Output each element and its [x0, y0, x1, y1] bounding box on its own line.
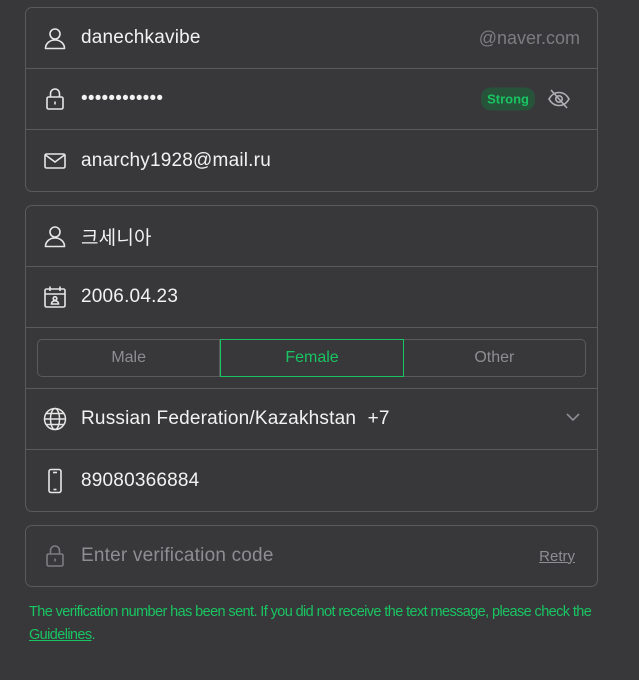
password-row[interactable]: •••••••••••• Strong [26, 69, 597, 130]
chevron-down-icon[interactable] [564, 408, 582, 431]
password-strength-badge: Strong [481, 87, 535, 111]
country-code: +7 [367, 408, 390, 429]
phone-row[interactable]: 89080366884 [26, 450, 597, 511]
email-row[interactable]: anarchy1928@mail.ru [26, 130, 597, 191]
country-row[interactable]: Russian Federation/Kazakhstan +7 [26, 389, 597, 450]
password-input[interactable]: •••••••••••• [81, 88, 163, 110]
gender-option-male[interactable]: Male [38, 340, 221, 376]
domain-suffix: @naver.com [478, 27, 580, 48]
calendar-icon [42, 284, 68, 310]
country-select[interactable]: Russian Federation/Kazakhstan +7 [81, 408, 390, 430]
birthdate-input[interactable]: 2006.04.23 [81, 286, 178, 308]
verification-row[interactable]: Enter verification code Retry [26, 526, 597, 586]
birthdate-row[interactable]: 2006.04.23 [26, 267, 597, 328]
verification-code-input[interactable]: Enter verification code [81, 545, 274, 567]
retry-link[interactable]: Retry [539, 548, 575, 565]
eye-off-icon[interactable] [547, 87, 571, 111]
email-field[interactable]: anarchy1928@mail.ru [81, 150, 271, 172]
gender-option-other[interactable]: Other [404, 340, 585, 376]
notice-text: The verification number has been sent. I… [29, 604, 592, 620]
user-icon [42, 25, 68, 51]
verification-group: Enter verification code Retry [25, 525, 598, 587]
phone-icon [42, 468, 68, 494]
country-name: Russian Federation/Kazakhstan [81, 408, 357, 429]
gender-option-female[interactable]: Female [220, 339, 404, 377]
user-icon [42, 223, 68, 249]
globe-icon [42, 406, 68, 432]
gender-row: Male Female Other [26, 328, 597, 389]
account-group: danechkavibe @naver.com •••••••••••• Str… [25, 7, 598, 192]
verification-notice: The verification number has been sent. I… [29, 601, 599, 647]
username-row[interactable]: danechkavibe @naver.com [26, 8, 597, 69]
gender-segmented-control: Male Female Other [37, 339, 586, 377]
notice-end: . [91, 627, 96, 643]
profile-group: 크세니아 2006.04.23 Male Female Other Russia… [25, 205, 598, 512]
name-input[interactable]: 크세니아 [81, 223, 152, 250]
phone-input[interactable]: 89080366884 [81, 470, 199, 492]
guidelines-link[interactable]: Guidelines [29, 627, 92, 643]
name-row[interactable]: 크세니아 [26, 206, 597, 267]
lock-icon [42, 86, 68, 112]
mail-icon [42, 148, 68, 174]
username-input[interactable]: danechkavibe [81, 27, 201, 49]
lock-icon [42, 543, 68, 569]
